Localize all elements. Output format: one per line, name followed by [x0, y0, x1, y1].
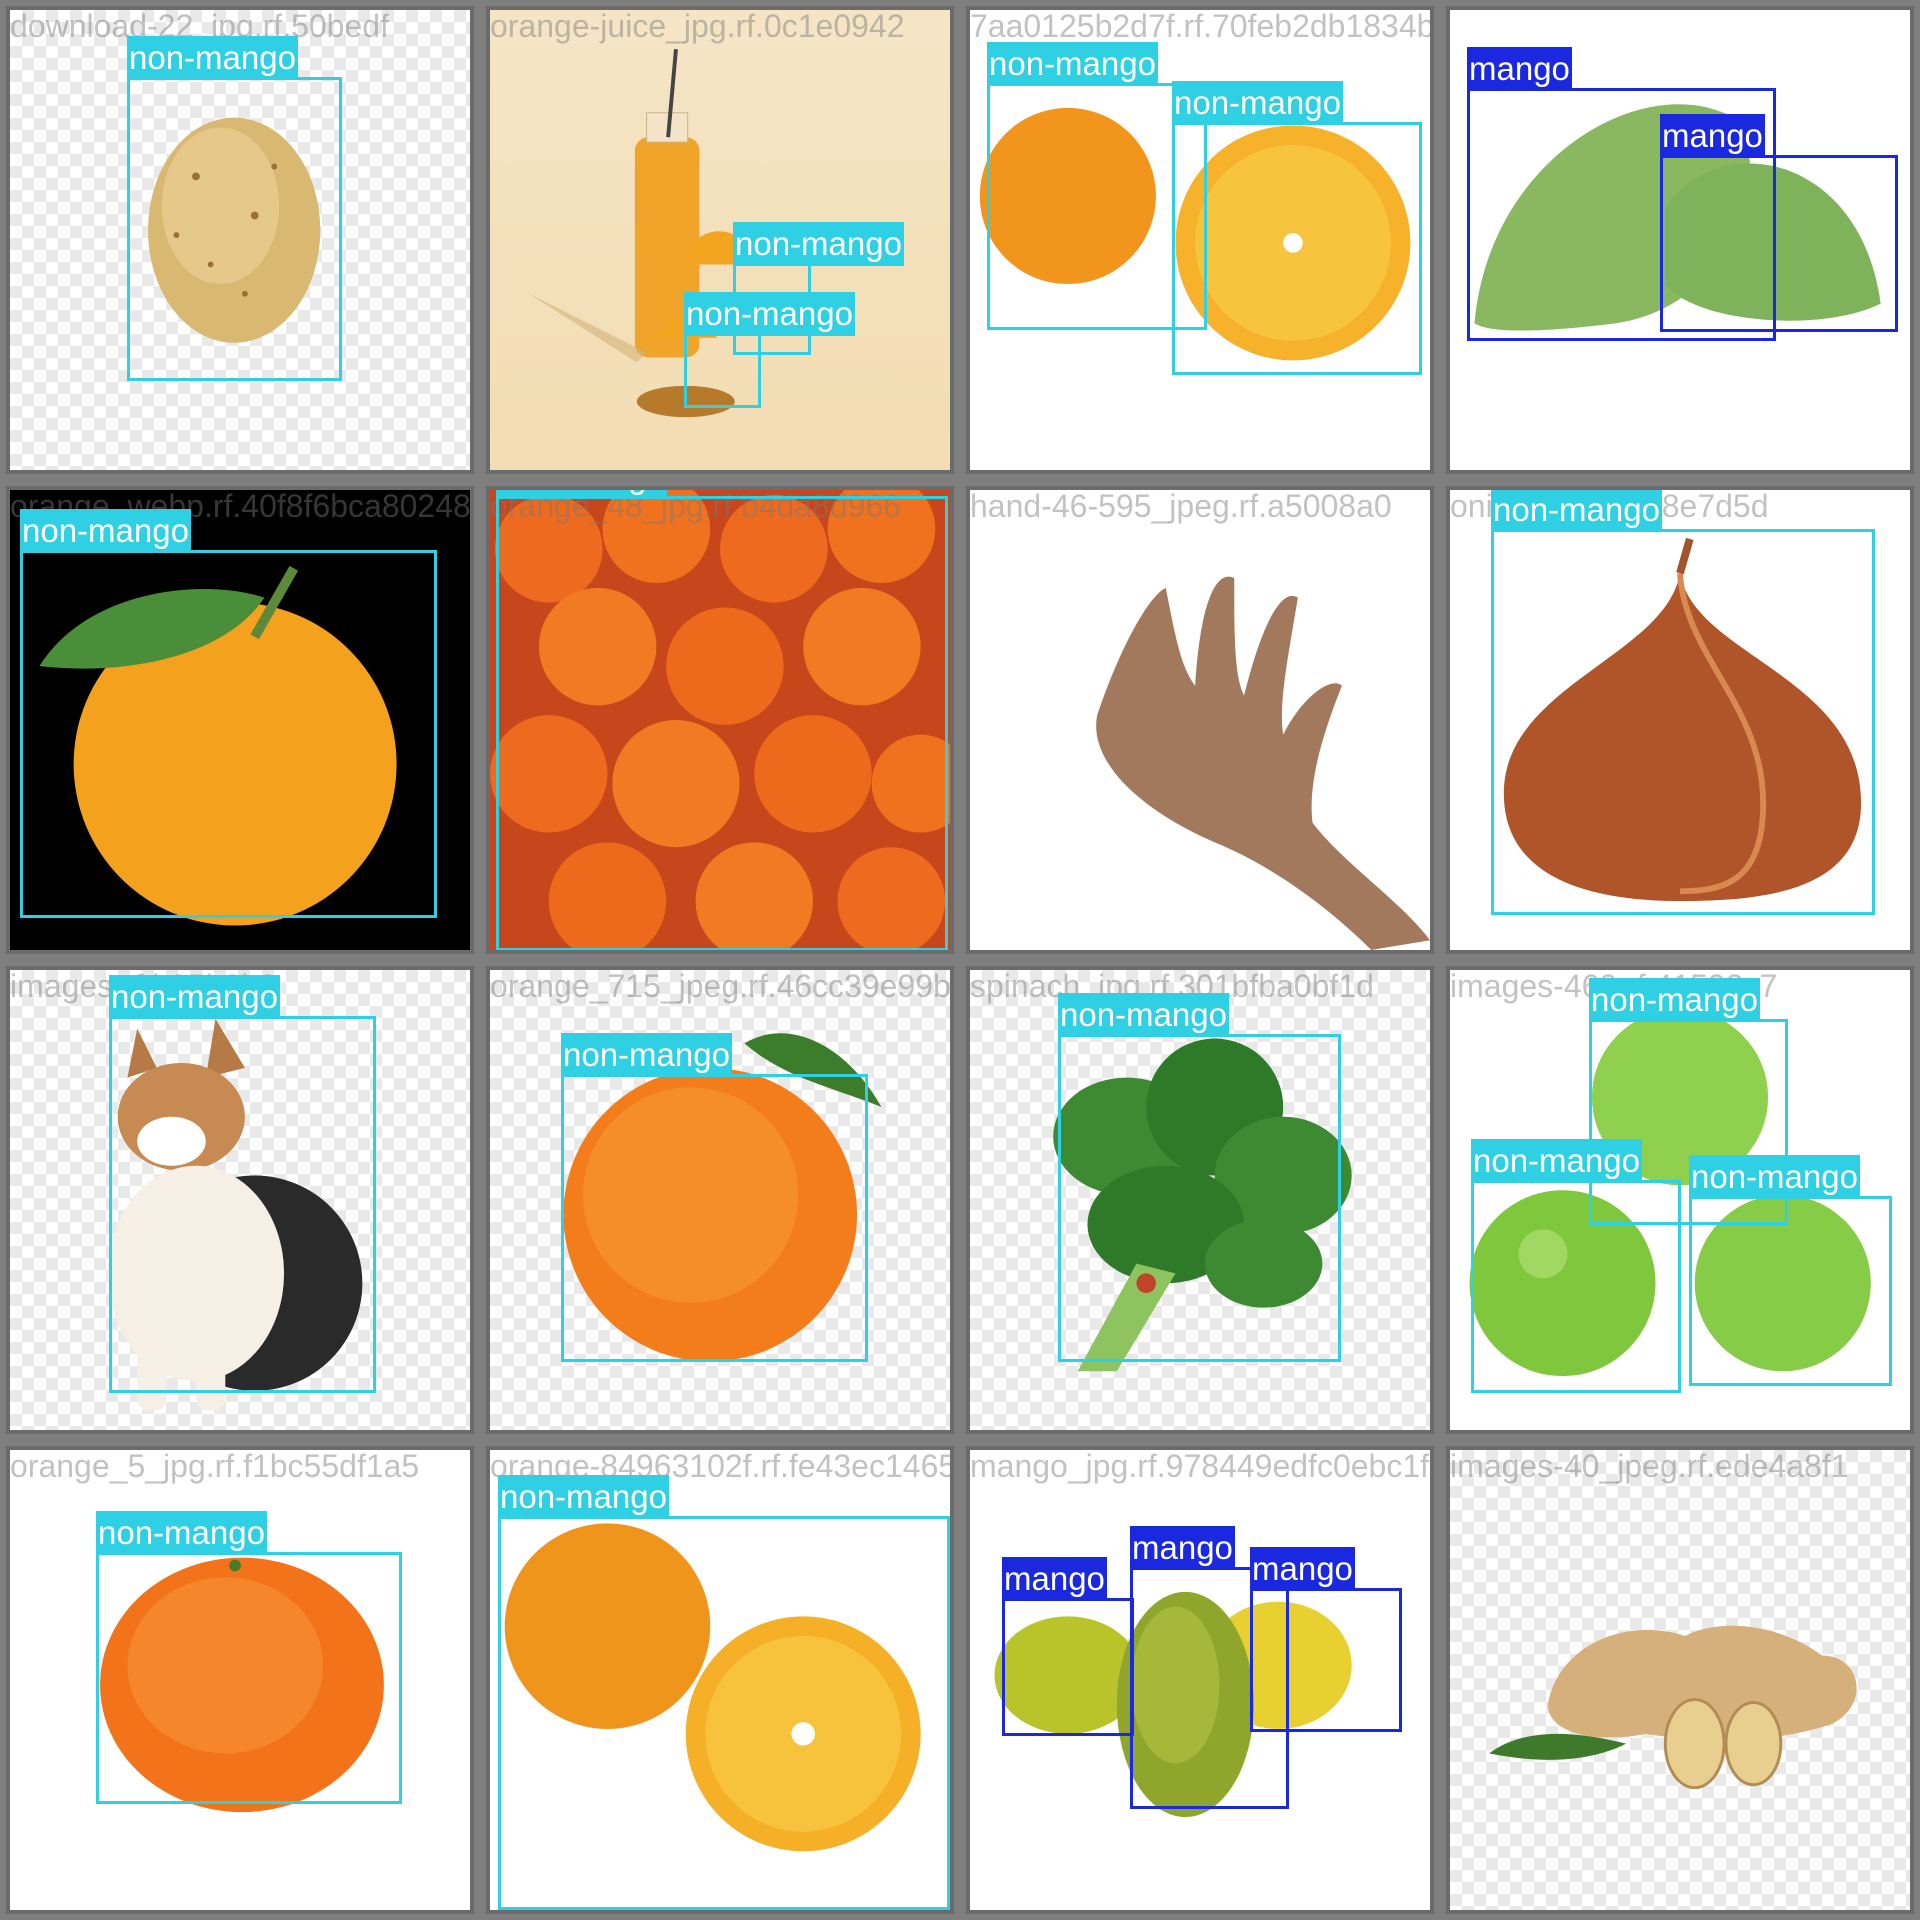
bbox-label: mango	[1660, 114, 1765, 158]
bbox-mango: mango	[1002, 1557, 1134, 1736]
bbox-mango: mango	[1250, 1547, 1402, 1732]
tile-orange-juice: orange-juice_jpg.rf.0c1e0942 non-mango n…	[486, 6, 954, 474]
tile-filename: hand-46-595_jpeg.rf.a5008a0	[970, 488, 1392, 524]
bbox-label: non-mango	[1471, 1139, 1642, 1183]
tile-three-mangoes: mango_jpg.rf.978449edfc0ebc1f mango mang…	[966, 1446, 1434, 1914]
bbox-non-mango: non-mango	[96, 1511, 402, 1804]
bbox-non-mango: non-mango	[1689, 1155, 1892, 1386]
bbox-label: non-mango	[496, 490, 667, 499]
tile-green-mangoes: mango mango	[1446, 6, 1914, 474]
bbox-non-mango: non-mango	[496, 490, 948, 950]
bbox-label: non-mango	[987, 42, 1158, 86]
bbox-label: non-mango	[684, 292, 855, 336]
tile-potato: download-22_jpg.rf.50bedf non-mango	[6, 6, 474, 474]
bbox-label: non-mango	[109, 975, 280, 1019]
bbox-label: non-mango	[498, 1475, 669, 1519]
bbox-non-mango: non-mango	[109, 975, 376, 1393]
bbox-label: non-mango	[96, 1511, 267, 1555]
bbox-non-mango: non-mango	[1172, 81, 1422, 375]
tile-orange-on-black: orange_webp.rf.40f8f6bca80248b non-mango	[6, 486, 474, 954]
bbox-non-mango: non-mango	[1491, 490, 1875, 915]
bbox-non-mango: non-mango	[684, 292, 855, 408]
tile-filename: orange_5_jpg.rf.f1bc55df1a5	[10, 1448, 420, 1484]
tile-mandarin: orange_5_jpg.rf.f1bc55df1a5 non-mango	[6, 1446, 474, 1914]
tile-spinach: spinach_jpg.rf.301bfba0bf1d non-mango	[966, 966, 1434, 1434]
detection-grid: download-22_jpg.rf.50bedf non-mango oran…	[0, 0, 1920, 1920]
tile-filename: orange-juice_jpg.rf.0c1e0942	[490, 8, 905, 44]
bbox-non-mango: non-mango	[1058, 993, 1341, 1362]
tile-green-apples: images-460.rf.41593c7 non-mango non-mang…	[1446, 966, 1914, 1434]
bbox-non-mango: non-mango	[20, 509, 437, 918]
bbox-label: non-mango	[1172, 81, 1343, 125]
bbox-non-mango: non-mango	[127, 36, 342, 381]
tile-filename: orange_715_jpeg.rf.46cc39e99b06	[490, 968, 954, 1004]
bbox-label: non-mango	[1689, 1155, 1860, 1199]
bbox-label: non-mango	[127, 36, 298, 80]
bbox-label: non-mango	[1491, 490, 1662, 532]
tile-orange-pile: orange_48_jpg.rf.b4da8d966 non-mango	[486, 486, 954, 954]
tile-ginger: images-40_jpeg.rf.ede4a8f1	[1446, 1446, 1914, 1914]
bbox-mango: mango	[1660, 114, 1898, 332]
hand-image	[970, 490, 1430, 950]
tile-orange-and-half-2: orange-84963102f.rf.fe43ec1465 non-mango	[486, 1446, 954, 1914]
bbox-label: non-mango	[20, 509, 191, 553]
tile-hand: hand-46-595_jpeg.rf.a5008a0	[966, 486, 1434, 954]
bbox-label: mango	[1130, 1526, 1235, 1570]
bbox-non-mango: non-mango	[1471, 1139, 1681, 1393]
tile-filename: mango_jpg.rf.978449edfc0ebc1f	[970, 1448, 1430, 1484]
bbox-non-mango: non-mango	[561, 1033, 868, 1362]
bbox-label: non-mango	[1589, 978, 1760, 1022]
bbox-label: non-mango	[561, 1033, 732, 1077]
bbox-label: non-mango	[733, 222, 904, 266]
bbox-label: mango	[1250, 1547, 1355, 1591]
bbox-label: mango	[1002, 1557, 1107, 1601]
tile-orange-with-leaf: orange_715_jpeg.rf.46cc39e99b06 non-mang…	[486, 966, 954, 1434]
bbox-label: mango	[1467, 47, 1572, 91]
ginger-image	[1450, 1450, 1910, 1910]
tile-onion: onion_jpeg.rf.68e7d5d non-mango	[1446, 486, 1914, 954]
tile-orange-and-half: 7aa0125b2d7f.rf.70feb2db1834b8df105ad984…	[966, 6, 1434, 474]
tile-corgi: images-rf.b85b3b9 non-mango	[6, 966, 474, 1434]
tile-filename: 7aa0125b2d7f.rf.70feb2db1834b8df105ad984…	[970, 8, 1434, 44]
bbox-non-mango: non-mango	[498, 1475, 950, 1910]
bbox-label: non-mango	[1058, 993, 1229, 1037]
tile-filename: images-40_jpeg.rf.ede4a8f1	[1450, 1448, 1849, 1484]
